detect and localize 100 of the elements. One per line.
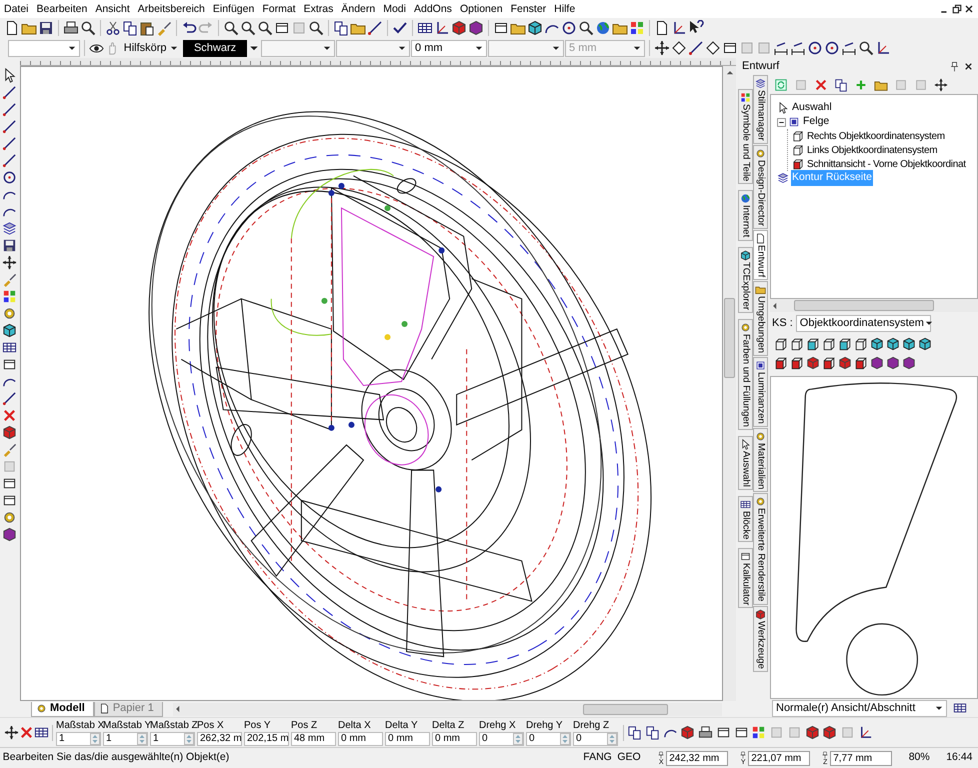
- copy-icon[interactable]: [122, 20, 138, 36]
- panel-tab[interactable]: Auswahl: [738, 436, 753, 490]
- copy-icon[interactable]: [333, 20, 349, 36]
- grid-icon[interactable]: [2, 340, 16, 355]
- solid-cube-icon[interactable]: [806, 356, 820, 370]
- solid-cube-icon[interactable]: [774, 356, 788, 370]
- zoom-out-icon[interactable]: [240, 20, 256, 36]
- panel-tab[interactable]: Materialien: [753, 428, 768, 492]
- globe-icon[interactable]: [595, 20, 611, 36]
- view-dropdown[interactable]: Normale(r) Ansicht/Abschnitt: [772, 700, 947, 716]
- spin-field[interactable]: 0: [573, 732, 618, 746]
- spin-field[interactable]: 0: [479, 732, 524, 746]
- pen-icon[interactable]: [367, 20, 383, 36]
- cube-icon[interactable]: [806, 336, 820, 350]
- cube-outline-icon[interactable]: [854, 336, 868, 350]
- scrollbar[interactable]: [723, 66, 736, 701]
- tree-item[interactable]: Felge: [802, 114, 830, 130]
- menu-item[interactable]: Fenster: [506, 0, 550, 18]
- fit-view-icon[interactable]: [274, 20, 290, 36]
- cube-icon[interactable]: [918, 336, 932, 350]
- panel-tab[interactable]: Erweiterte Renderstile: [753, 493, 768, 605]
- menu-item[interactable]: Bearbeiten: [32, 0, 92, 18]
- grid-icon[interactable]: [417, 20, 433, 36]
- sheet-tab[interactable]: Papier 1: [94, 702, 163, 716]
- frame-icon[interactable]: [722, 40, 738, 56]
- colors-icon[interactable]: [2, 289, 16, 304]
- new-file-icon[interactable]: [4, 20, 20, 36]
- gear-icon[interactable]: [2, 510, 16, 525]
- input-field[interactable]: 0 mm: [385, 732, 430, 746]
- status-indicator[interactable]: GEO: [617, 750, 641, 766]
- close-icon[interactable]: [963, 61, 974, 72]
- tab-icon[interactable]: [740, 498, 751, 510]
- layout-icon[interactable]: [493, 20, 509, 36]
- restore-icon[interactable]: [951, 3, 963, 15]
- tree-item[interactable]: Links Objektkoordinatensystem: [806, 142, 938, 158]
- panel-tab[interactable]: Umgebungen: [753, 280, 768, 356]
- cube-icon[interactable]: [902, 336, 916, 350]
- input-field[interactable]: 48 mm: [291, 732, 336, 746]
- save-icon[interactable]: [2, 238, 16, 253]
- menu-item[interactable]: Einfügen: [208, 0, 258, 18]
- colors-icon[interactable]: [751, 725, 766, 740]
- frame-icon[interactable]: [2, 493, 16, 508]
- circle-icon[interactable]: [2, 170, 16, 185]
- spin-field[interactable]: 1: [150, 732, 195, 746]
- paste-icon[interactable]: [139, 20, 155, 36]
- cube-icon[interactable]: [822, 725, 838, 740]
- move-icon[interactable]: [2, 255, 16, 270]
- gear-icon[interactable]: [2, 306, 16, 321]
- page-icon[interactable]: [98, 703, 110, 714]
- cube-icon[interactable]: [804, 725, 820, 740]
- input-field[interactable]: 262,32 m: [197, 732, 242, 746]
- status-indicator[interactable]: FANG: [583, 750, 612, 766]
- circle-icon[interactable]: [824, 40, 840, 56]
- scrollbar[interactable]: [172, 702, 722, 716]
- print-preview-icon[interactable]: [80, 20, 96, 36]
- scrollbar-thumb[interactable]: [582, 704, 668, 714]
- shaded-cube-icon[interactable]: [886, 356, 900, 370]
- cube-icon[interactable]: [527, 20, 543, 36]
- panel-tab[interactable]: TCExplorer: [738, 246, 753, 313]
- tab-icon[interactable]: [755, 608, 766, 620]
- color-dropdown[interactable]: Schwarz: [183, 40, 248, 56]
- tab-icon[interactable]: [740, 250, 751, 261]
- zoom-window-icon[interactable]: [257, 20, 273, 36]
- cube-icon[interactable]: [2, 425, 16, 440]
- solid-cube-icon[interactable]: [790, 356, 804, 370]
- input-field[interactable]: 202,15 m: [244, 732, 289, 746]
- panel-tab[interactable]: Blöcke: [738, 496, 753, 542]
- scrollbar-thumb[interactable]: [724, 298, 735, 378]
- menu-item[interactable]: AddOns: [410, 0, 456, 18]
- menu-item[interactable]: Ansicht: [91, 0, 134, 18]
- frame-icon[interactable]: [734, 725, 748, 740]
- page-icon[interactable]: [654, 20, 670, 36]
- panel-tab[interactable]: Symbole und Teile: [738, 89, 753, 184]
- menu-item[interactable]: Ändern: [337, 0, 380, 18]
- dimension-icon[interactable]: [773, 40, 790, 56]
- zoom-in-icon[interactable]: [223, 20, 239, 36]
- spin-field[interactable]: 0: [526, 732, 571, 746]
- solid-cube-icon[interactable]: [838, 356, 852, 370]
- refresh-icon[interactable]: [774, 78, 788, 92]
- dimension-icon[interactable]: [841, 40, 858, 56]
- pen-icon[interactable]: [2, 272, 16, 287]
- printer-icon[interactable]: [63, 20, 79, 36]
- frame-icon[interactable]: [2, 476, 16, 491]
- menu-item[interactable]: Optionen: [456, 0, 507, 18]
- tab-icon[interactable]: [740, 551, 751, 562]
- frame-icon[interactable]: [716, 725, 731, 740]
- dimension-icon[interactable]: [790, 40, 806, 56]
- save-icon[interactable]: [38, 20, 54, 36]
- layers-icon[interactable]: [2, 221, 16, 236]
- cube-icon[interactable]: [451, 20, 467, 36]
- group-icon[interactable]: [644, 725, 660, 740]
- menu-item[interactable]: Arbeitsbereich: [134, 0, 209, 18]
- input-field[interactable]: 0 mm: [432, 732, 477, 746]
- solid-cube-icon[interactable]: [822, 356, 836, 370]
- colors-icon[interactable]: [629, 20, 645, 36]
- menu-item[interactable]: Extras: [300, 0, 338, 18]
- tree-item[interactable]: Schnittansicht - Vorne Objektkoordinat: [806, 156, 967, 172]
- cube-outline-icon[interactable]: [822, 336, 836, 350]
- cube-icon[interactable]: [886, 336, 900, 350]
- cube-icon[interactable]: [870, 336, 884, 350]
